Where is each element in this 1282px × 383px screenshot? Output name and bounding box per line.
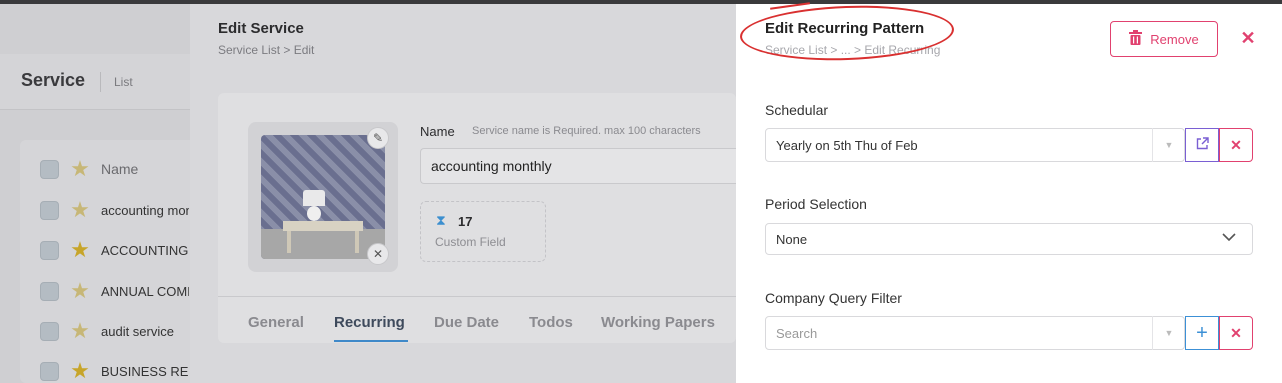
edit-image-button[interactable]: ✎ <box>367 127 389 149</box>
plus-icon: + <box>1196 321 1208 344</box>
table-row[interactable]: ★ ACCOUNTING <box>40 239 189 261</box>
name-label: Name <box>420 124 455 139</box>
period-selection-select[interactable]: None <box>765 223 1253 255</box>
chevron-down-icon[interactable]: ▼ <box>1152 316 1185 350</box>
custom-field-card[interactable] <box>420 201 546 262</box>
image-table-leg <box>355 231 359 253</box>
table-row[interactable]: ★ accounting monthly <box>40 199 189 221</box>
close-icon: ✕ <box>1230 136 1242 153</box>
service-name-input[interactable]: accounting monthly <box>420 148 736 184</box>
row-name[interactable]: ANNUAL COMPLIANCE <box>101 284 189 299</box>
table-header-row: ★ Name <box>40 158 138 180</box>
table-row[interactable]: ★ BUSINESS RES <box>40 360 189 382</box>
hourglass-icon: ⧗ <box>436 212 446 228</box>
custom-field-count: 17 <box>458 214 473 229</box>
close-icon: ✕ <box>1230 324 1242 341</box>
tab-working-papers[interactable]: Working Papers <box>601 314 715 331</box>
close-icon: ✕ <box>1240 27 1256 48</box>
active-tab-indicator <box>334 340 408 342</box>
image-lamp <box>303 190 325 206</box>
add-filter-button[interactable]: + <box>1185 316 1219 350</box>
company-query-filter-search[interactable]: Search <box>765 316 1185 350</box>
page-title: Service <box>21 70 86 90</box>
clear-schedule-button[interactable]: ✕ <box>1219 128 1253 162</box>
tab-recurring[interactable]: Recurring <box>334 314 405 331</box>
breadcrumb: List <box>114 75 133 89</box>
star-icon[interactable]: ★ <box>69 320 91 342</box>
remove-label: Remove <box>1150 31 1199 47</box>
image-vase <box>307 206 321 221</box>
table-row[interactable]: ★ ANNUAL COMPLIANCE <box>40 280 189 302</box>
close-drawer-button[interactable]: ✕ <box>1238 28 1258 48</box>
row-checkbox[interactable] <box>40 281 59 301</box>
edit-service-title: Edit Service <box>218 20 304 37</box>
select-all-checkbox[interactable] <box>40 159 59 179</box>
name-hint: Service name is Required. max 100 charac… <box>472 125 701 137</box>
schedular-select[interactable]: Yearly on 5th Thu of Feb <box>765 128 1185 162</box>
row-name[interactable]: accounting monthly <box>101 203 189 218</box>
trash-icon <box>1129 30 1143 48</box>
row-checkbox[interactable] <box>40 240 59 260</box>
external-link-icon <box>1196 137 1209 153</box>
tabs-divider <box>218 296 736 297</box>
row-name[interactable]: audit service <box>101 324 189 339</box>
edit-schedule-button[interactable] <box>1185 128 1219 162</box>
star-icon[interactable]: ★ <box>69 158 91 180</box>
row-checkbox[interactable] <box>40 200 59 220</box>
chevron-down-icon[interactable] <box>1222 231 1236 245</box>
period-selection-label: Period Selection <box>765 196 867 212</box>
row-checkbox[interactable] <box>40 321 59 341</box>
column-header-name[interactable]: Name <box>101 161 138 177</box>
header-divider <box>100 72 101 92</box>
image-table-leg <box>287 231 291 253</box>
pencil-icon: ✎ <box>372 131 384 145</box>
star-icon[interactable]: ★ <box>69 199 91 221</box>
clear-filter-button[interactable]: ✕ <box>1219 316 1253 350</box>
edit-service-breadcrumb: Service List > Edit <box>218 43 315 57</box>
custom-field-label: Custom Field <box>435 235 506 249</box>
row-name[interactable]: ACCOUNTING <box>101 243 189 258</box>
tab-general[interactable]: General <box>248 314 304 331</box>
company-query-filter-label: Company Query Filter <box>765 290 902 306</box>
schedular-label: Schedular <box>765 102 829 118</box>
remove-button[interactable]: Remove <box>1110 21 1218 57</box>
star-filled-icon[interactable]: ★ <box>69 360 91 382</box>
close-icon: ✕ <box>372 247 384 261</box>
star-icon[interactable]: ★ <box>69 280 91 302</box>
remove-image-button[interactable]: ✕ <box>367 243 389 265</box>
row-name[interactable]: BUSINESS RES <box>101 364 189 379</box>
star-filled-icon[interactable]: ★ <box>69 239 91 261</box>
tab-todos[interactable]: Todos <box>529 314 573 331</box>
table-row[interactable]: ★ audit service <box>40 320 189 342</box>
row-checkbox[interactable] <box>40 361 59 381</box>
tab-due-date[interactable]: Due Date <box>434 314 499 331</box>
image-table <box>283 221 363 231</box>
service-image <box>261 135 385 259</box>
chevron-down-icon[interactable]: ▼ <box>1152 128 1185 162</box>
